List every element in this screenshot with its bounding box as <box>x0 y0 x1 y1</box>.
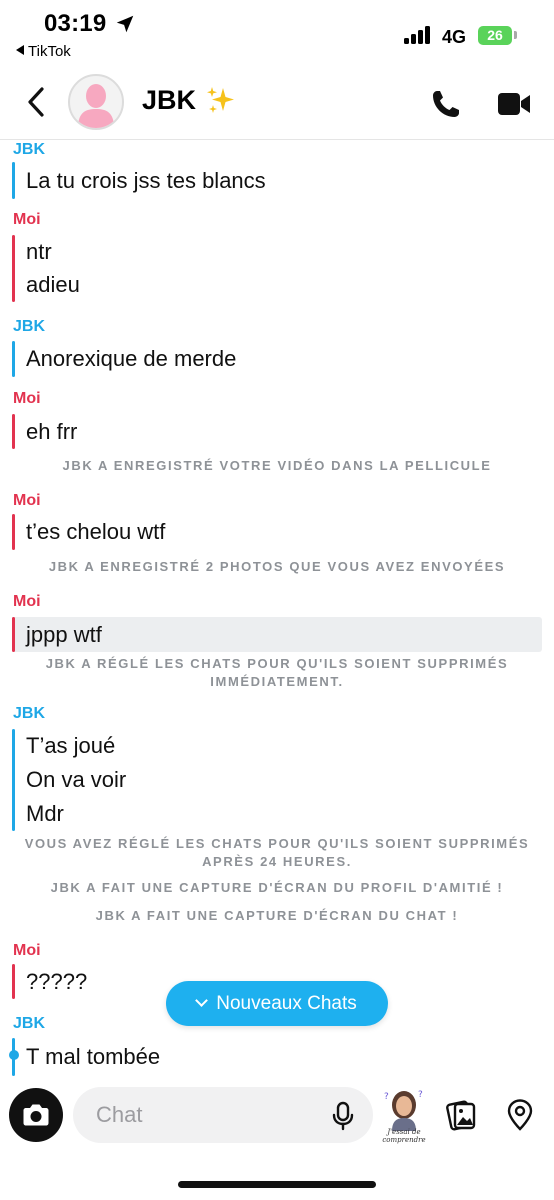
message-sender-bar <box>12 235 15 302</box>
contact-avatar[interactable] <box>68 74 124 130</box>
message-text: Anorexique de merde <box>26 346 237 371</box>
sender-label: Moi <box>13 942 41 959</box>
system-notice: JBK A ENREGISTRÉ VOTRE VIDÉO DANS LA PEL… <box>62 458 492 473</box>
network-type: 4G <box>442 27 467 47</box>
cellular-signal-icon <box>404 24 434 44</box>
bitmoji-caption: J'essai de comprendre <box>382 1128 426 1144</box>
camera-button[interactable] <box>9 1088 63 1142</box>
message-sender-bar <box>12 964 15 999</box>
message-text: adieu <box>26 272 80 298</box>
battery-icon: 26 <box>478 26 512 45</box>
home-indicator <box>178 1181 376 1188</box>
message-list[interactable]: JBK La tu crois jss tes blancs Moi ntr adieu… <box>0 141 554 1081</box>
message-sender-bar <box>12 617 15 652</box>
message-text: T mal tombée <box>26 1044 161 1069</box>
message-text: Mdr <box>26 801 64 826</box>
message-text: La tu crois jss tes blancs <box>26 167 266 193</box>
message-text: On va voir <box>26 767 127 792</box>
battery-level: 26 <box>487 27 503 43</box>
message-text: eh frr <box>26 418 78 444</box>
message-text: jppp wtf <box>26 621 102 647</box>
system-notice: JBK A FAIT UNE CAPTURE D'ÉCRAN DU CHAT ! <box>95 908 459 923</box>
message-bubble[interactable]: T’as joué On va voir Mdr <box>12 729 542 831</box>
composer-bar: Chat ? ? J'essai de comprendre <box>0 1082 554 1200</box>
sender-label: JBK <box>13 318 46 335</box>
bitmoji-icon: ? ? <box>384 1090 423 1131</box>
system-notice: VOUS AVEZ RÉGLÉ LES CHATS POUR QU'ILS SO… <box>24 836 530 851</box>
chevron-down-icon <box>195 994 209 1007</box>
chat-placeholder: Chat <box>96 1102 143 1127</box>
status-time: 03:19 <box>44 10 107 37</box>
message-sender-bar <box>12 162 15 199</box>
location-arrow-icon <box>116 15 134 33</box>
back-app-label: TikTok <box>28 43 71 60</box>
default-avatar-icon <box>78 84 114 128</box>
message-sender-bar <box>12 729 15 831</box>
svg-text:?: ? <box>384 1092 389 1102</box>
unread-dot-icon <box>9 1050 19 1060</box>
message-bubble-selected[interactable]: jppp wtf <box>12 617 542 652</box>
new-chats-button[interactable]: Nouveaux Chats <box>166 981 388 1026</box>
message-text: T’as joué <box>26 733 116 758</box>
sparkles-icon <box>207 87 234 113</box>
svg-text:?: ? <box>418 1090 423 1100</box>
video-call-icon[interactable] <box>497 90 531 118</box>
status-bar: 03:19 TikTok 4G 26 <box>0 0 554 68</box>
map-pin-icon[interactable] <box>505 1098 535 1132</box>
sender-label: Moi <box>13 390 41 407</box>
system-notice: JBK A RÉGLÉ LES CHATS POUR QU'ILS SOIENT… <box>45 656 509 671</box>
message-bubble[interactable]: ntr adieu <box>12 235 542 302</box>
contact-name[interactable]: JBK <box>142 85 196 116</box>
sender-label: JBK <box>13 1015 46 1032</box>
system-notice: JBK A ENREGISTRÉ 2 PHOTOS QUE VOUS AVEZ … <box>48 559 506 574</box>
system-notice: JBK A FAIT UNE CAPTURE D'ÉCRAN DU PROFIL… <box>50 880 504 895</box>
back-chevron-icon[interactable] <box>22 84 52 120</box>
gallery-icon[interactable] <box>446 1098 478 1132</box>
message-bubble[interactable]: Anorexique de merde <box>12 341 542 377</box>
phone-call-icon[interactable] <box>430 88 462 120</box>
system-notice: APRÈS 24 HEURES. <box>202 854 352 869</box>
bitmoji-sticker-button[interactable]: ? ? J'essai de comprendre <box>380 1087 428 1144</box>
message-text: t’es chelou wtf <box>26 519 166 544</box>
message-bubble[interactable]: T mal tombée <box>9 1038 542 1076</box>
system-notice: IMMÉDIATEMENT. <box>210 674 344 689</box>
message-bubble[interactable]: La tu crois jss tes blancs <box>12 162 542 199</box>
message-bubble[interactable]: eh frr <box>12 414 542 449</box>
chat-input[interactable]: Chat <box>73 1087 373 1143</box>
camera-icon <box>23 1104 49 1126</box>
new-chats-label: Nouveaux Chats <box>216 993 357 1014</box>
message-text: ntr <box>26 238 52 264</box>
message-sender-bar <box>12 414 15 449</box>
message-sender-bar <box>12 514 15 550</box>
battery-cap <box>514 31 517 39</box>
sender-label: Moi <box>13 492 41 509</box>
sender-label: JBK <box>13 141 46 158</box>
microphone-icon[interactable] <box>329 1101 357 1131</box>
sender-label: Moi <box>13 211 41 228</box>
message-bubble[interactable]: t’es chelou wtf <box>12 514 542 550</box>
message-text: ????? <box>26 968 88 994</box>
message-sender-bar <box>12 341 15 377</box>
sender-label: JBK <box>13 705 46 722</box>
back-to-app-link[interactable]: TikTok <box>16 43 71 60</box>
chat-header: JBK <box>0 68 554 140</box>
sender-label: Moi <box>13 593 41 610</box>
